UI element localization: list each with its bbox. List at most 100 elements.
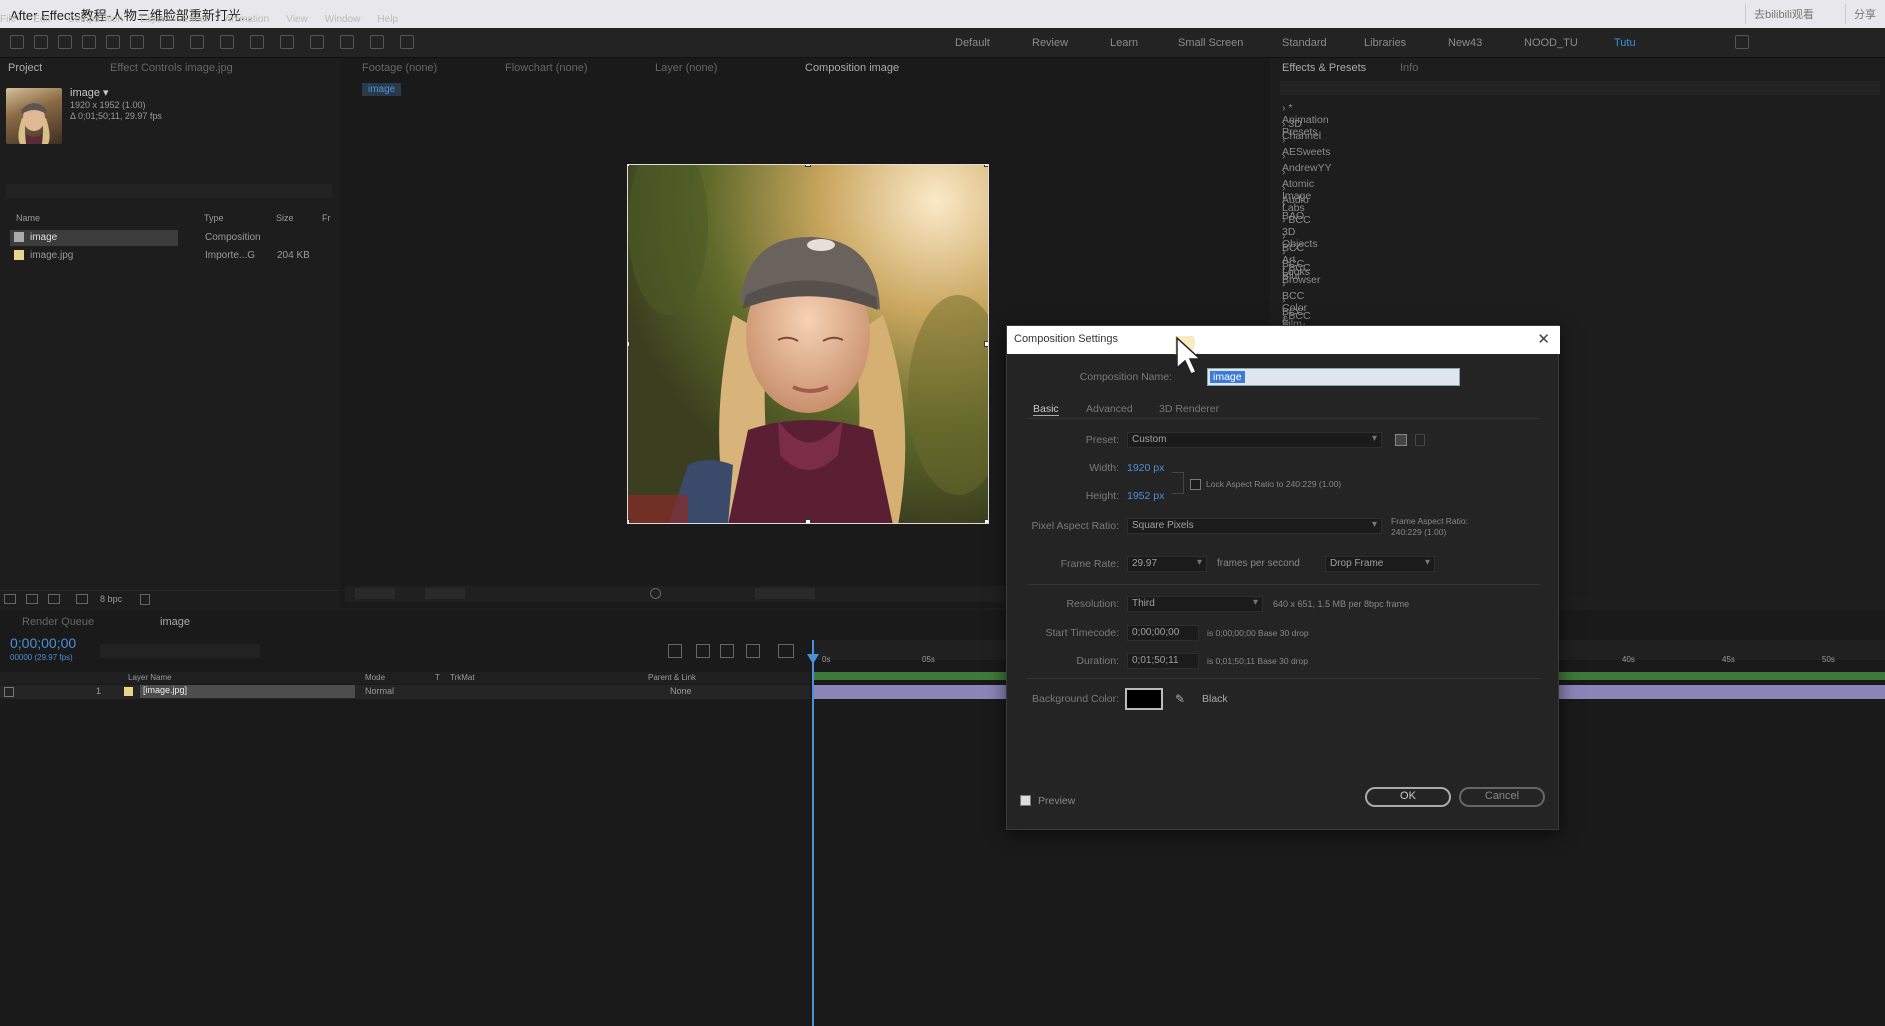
- eyedropper-icon[interactable]: ✎: [1175, 692, 1185, 706]
- resolution-select[interactable]: Third ▾: [1127, 596, 1263, 612]
- menu-layer[interactable]: Layer: [140, 14, 165, 25]
- tab-footage[interactable]: Footage (none): [362, 62, 437, 74]
- col-trkmat[interactable]: TrkMat: [450, 673, 475, 682]
- preview-checkbox[interactable]: [1020, 795, 1031, 806]
- effects-search-input[interactable]: [1280, 81, 1880, 95]
- share-button[interactable]: 分享: [1845, 4, 1884, 24]
- col-frame-rate[interactable]: Fr: [322, 213, 331, 223]
- col-size[interactable]: Size: [276, 213, 294, 223]
- interpret-footage-icon[interactable]: [4, 594, 16, 604]
- tab-advanced[interactable]: Advanced: [1086, 403, 1133, 415]
- search-icon[interactable]: [1735, 35, 1749, 49]
- current-timecode[interactable]: 0;00;00;00: [10, 635, 76, 651]
- col-parent[interactable]: Parent & Link: [648, 673, 696, 682]
- workspace-review[interactable]: Review: [1032, 37, 1068, 49]
- col-layer-name[interactable]: Layer Name: [128, 673, 172, 682]
- col-name[interactable]: Name: [16, 213, 40, 223]
- menu-window[interactable]: Window: [325, 14, 361, 25]
- composition-canvas-image[interactable]: [627, 164, 989, 524]
- layer-parent-select[interactable]: None: [670, 686, 692, 696]
- watch-on-bilibili-button[interactable]: 去bilibili观看: [1745, 4, 1822, 24]
- ok-button[interactable]: OK: [1365, 787, 1451, 807]
- project-item-image-jpg[interactable]: image.jpg: [10, 248, 178, 264]
- brush-tool-icon[interactable]: [280, 35, 294, 49]
- tab-basic[interactable]: Basic: [1033, 403, 1059, 416]
- selection-tool-icon[interactable]: [34, 35, 48, 49]
- drop-frame-select[interactable]: Drop Frame ▾: [1325, 556, 1435, 572]
- menu-file[interactable]: File: [0, 14, 16, 25]
- menu-help[interactable]: Help: [377, 14, 398, 25]
- workspace-default[interactable]: Default: [955, 37, 990, 49]
- close-icon[interactable]: ✕: [1537, 330, 1550, 348]
- workspace-tutu[interactable]: Tutu: [1614, 37, 1636, 49]
- col-mode[interactable]: Mode: [365, 673, 385, 682]
- tab-render-queue[interactable]: Render Queue: [22, 616, 94, 628]
- hand-tool-icon[interactable]: [58, 35, 72, 49]
- zoom-tool-icon[interactable]: [82, 35, 96, 49]
- menu-effect[interactable]: Effect: [182, 14, 207, 25]
- tab-composition[interactable]: Composition image: [805, 62, 899, 74]
- tab-3d-renderer[interactable]: 3D Renderer: [1159, 403, 1219, 415]
- transform-handle[interactable]: [805, 519, 811, 523]
- type-tool-icon[interactable]: [250, 35, 264, 49]
- pen-tool-icon[interactable]: [220, 35, 234, 49]
- new-composition-icon[interactable]: [48, 594, 60, 604]
- comp-name-input[interactable]: image: [1207, 368, 1460, 386]
- viewer-sub-tab-image[interactable]: image: [362, 83, 402, 96]
- workspace-standard[interactable]: Standard: [1282, 37, 1327, 49]
- tab-flowchart[interactable]: Flowchart (none): [505, 62, 588, 74]
- workspace-learn[interactable]: Learn: [1110, 37, 1138, 49]
- layer-name[interactable]: [image.jpg]: [140, 685, 355, 698]
- start-timecode-input[interactable]: 0;00;00;00: [1127, 625, 1199, 641]
- transform-handle[interactable]: [805, 165, 811, 167]
- motion-blur-icon[interactable]: [746, 644, 760, 658]
- frame-rate-select[interactable]: 29.97 ▾: [1127, 556, 1207, 572]
- workspace-nood-tu[interactable]: NOOD_TU: [1524, 37, 1578, 49]
- comp-flowchart-icon[interactable]: [668, 644, 682, 658]
- col-t[interactable]: T: [435, 673, 440, 682]
- tab-project[interactable]: Project: [8, 62, 42, 74]
- menu-animation[interactable]: Animation: [225, 14, 269, 25]
- workspace-new43[interactable]: New43: [1448, 37, 1482, 49]
- draft-3d-icon[interactable]: [696, 644, 710, 658]
- trash-icon[interactable]: [140, 594, 150, 605]
- transform-handle[interactable]: [628, 165, 630, 167]
- width-value[interactable]: 1920 px: [1127, 462, 1164, 474]
- transform-handle[interactable]: [984, 165, 988, 167]
- transform-handle[interactable]: [984, 341, 988, 347]
- rotate-tool-icon[interactable]: [106, 35, 120, 49]
- layer-search-input[interactable]: [100, 644, 260, 658]
- save-preset-icon[interactable]: [1395, 434, 1407, 446]
- dialog-titlebar[interactable]: Composition Settings ✕: [1007, 326, 1560, 354]
- puppet-tool-icon[interactable]: [400, 35, 414, 49]
- eraser-tool-icon[interactable]: [340, 35, 354, 49]
- background-color-swatch[interactable]: [1125, 688, 1163, 710]
- project-search-input[interactable]: [6, 184, 332, 198]
- current-time-display[interactable]: [755, 588, 815, 599]
- project-settings-icon[interactable]: [76, 594, 88, 604]
- tab-info[interactable]: Info: [1400, 62, 1418, 74]
- roto-tool-icon[interactable]: [370, 35, 384, 49]
- menu-view[interactable]: View: [286, 14, 308, 25]
- col-type[interactable]: Type: [204, 213, 224, 223]
- tab-effects-presets[interactable]: Effects & Presets: [1282, 62, 1366, 74]
- tab-effect-controls[interactable]: Effect Controls image.jpg: [110, 62, 233, 74]
- transform-handle[interactable]: [628, 519, 630, 523]
- layer-row[interactable]: 1 [image.jpg] Normal None: [0, 685, 810, 699]
- new-folder-icon[interactable]: [26, 594, 38, 604]
- resolution-select[interactable]: [425, 588, 465, 599]
- playhead[interactable]: [812, 640, 814, 1026]
- frame-blending-icon[interactable]: [720, 644, 734, 658]
- layer-mode-select[interactable]: Normal: [365, 686, 394, 696]
- menu-edit[interactable]: Edit: [33, 14, 50, 25]
- duration-input[interactable]: 0;01;50;11: [1127, 653, 1199, 669]
- clone-tool-icon[interactable]: [310, 35, 324, 49]
- transform-handle[interactable]: [984, 519, 988, 523]
- graph-editor-icon[interactable]: [778, 644, 794, 658]
- pan-behind-tool-icon[interactable]: [160, 35, 174, 49]
- project-item-image-comp[interactable]: image: [10, 230, 178, 246]
- menu-composition[interactable]: Composition: [67, 14, 123, 25]
- magnification-select[interactable]: [355, 588, 395, 599]
- eye-icon[interactable]: [4, 687, 14, 697]
- bit-depth-button[interactable]: 8 bpc: [100, 594, 122, 604]
